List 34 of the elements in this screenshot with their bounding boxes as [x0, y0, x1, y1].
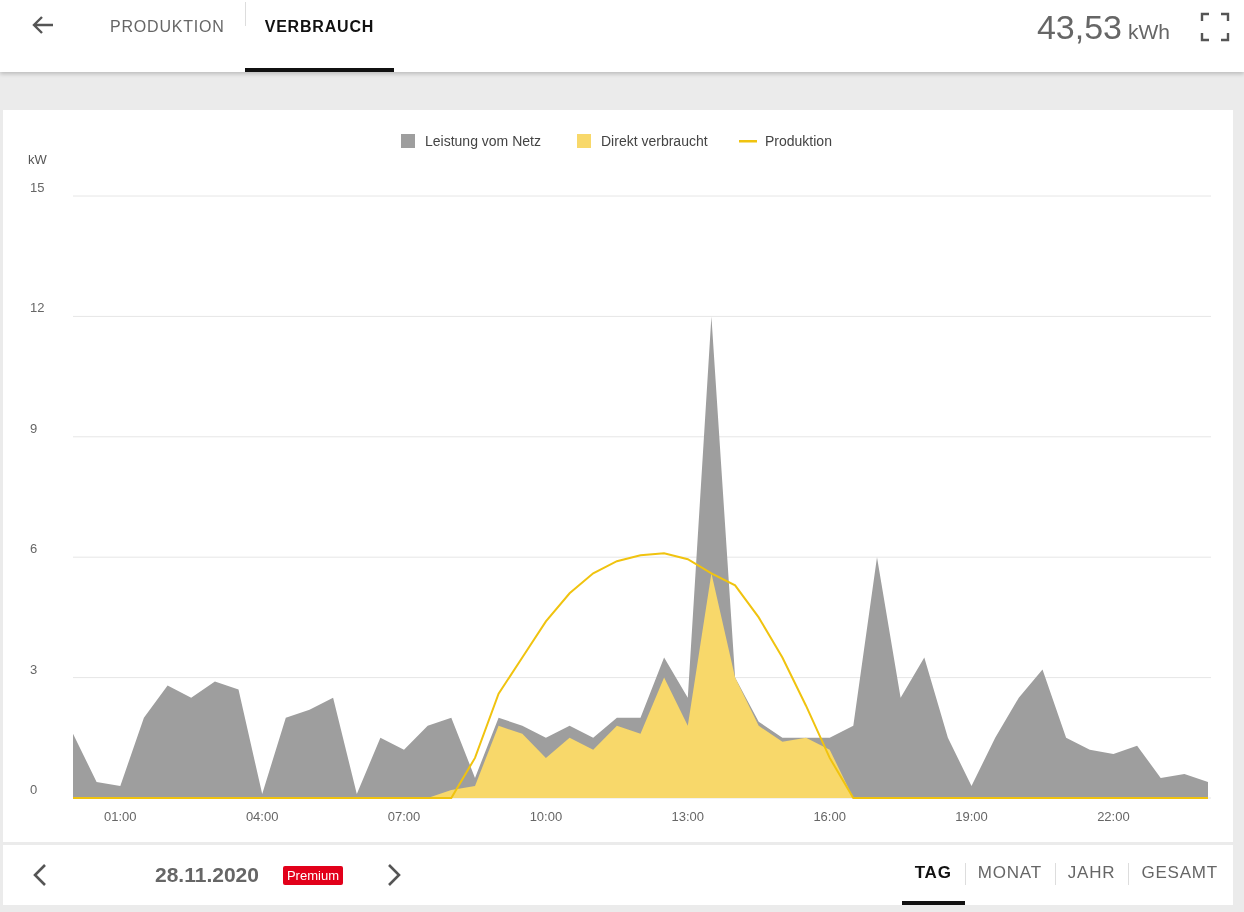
x-tick-label: 07:00 — [387, 809, 421, 824]
premium-badge: Premium — [282, 865, 343, 885]
y-tick-label: 15 — [30, 180, 45, 195]
y-tick-label: 12 — [30, 300, 45, 316]
x-tick-label: 04:00 — [245, 809, 279, 824]
period-tab[interactable]: TAG — [901, 845, 965, 905]
tab[interactable]: VERBRAUCH — [244, 0, 395, 72]
period-tab[interactable]: MONAT — [964, 845, 1055, 905]
x-tick-label: 16:00 — [813, 809, 846, 824]
previous-button[interactable] — [33, 863, 47, 887]
legend-line — [739, 140, 757, 143]
x-tick-label: 10:00 — [529, 809, 563, 824]
next-button[interactable] — [386, 863, 401, 887]
legend-swatch — [577, 134, 591, 148]
tab[interactable]: PRODUKTION — [90, 0, 245, 72]
legend-label: Produktion — [765, 133, 832, 149]
date-label: 28.11.2020 — [155, 863, 259, 887]
y-axis-label: kW — [28, 152, 47, 167]
y-tick-label: 6 — [30, 541, 38, 557]
period-tab[interactable]: GESAMT — [1128, 845, 1231, 905]
y-tick-label: 9 — [30, 420, 38, 436]
legend-label: Leistung vom Netz — [425, 133, 541, 149]
x-tick-label: 19:00 — [955, 809, 988, 824]
x-tick-label: 22:00 — [1097, 809, 1130, 824]
legend-swatch — [401, 134, 415, 148]
fullscreen-button[interactable] — [1200, 12, 1230, 42]
total-unit: kWh — [1128, 20, 1170, 44]
x-tick-label: 01:00 — [104, 809, 137, 824]
total-value: 43,53 — [1036, 8, 1122, 47]
period-tab[interactable]: JAHR — [1054, 845, 1129, 905]
x-tick-label: 13:00 — [671, 809, 705, 824]
legend-label: Direkt verbraucht — [601, 133, 708, 149]
y-tick-label: 0 — [30, 782, 38, 797]
y-tick-label: 3 — [30, 661, 38, 677]
